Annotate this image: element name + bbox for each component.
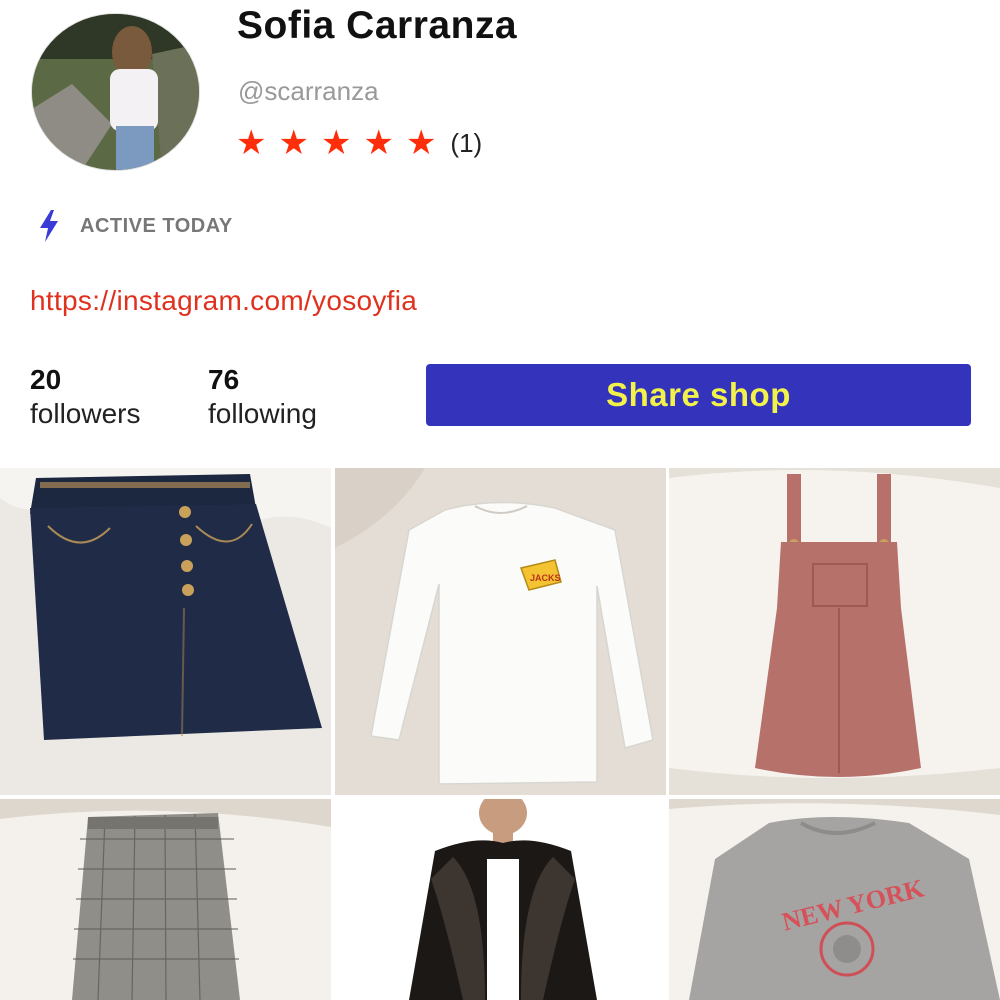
lightning-bolt-icon bbox=[40, 210, 58, 242]
denim-skirt-image bbox=[0, 468, 331, 795]
followers-count: 20 bbox=[30, 364, 62, 395]
following-label: following bbox=[208, 398, 317, 429]
star-icon: ★ bbox=[363, 124, 394, 162]
followers-stat[interactable]: 20 followers bbox=[30, 364, 140, 430]
profile-name: Sofia Carranza bbox=[237, 4, 518, 47]
listings-grid: JACKS NEW YORK bbox=[0, 468, 1000, 1000]
profile-handle: @scarranza bbox=[238, 76, 379, 106]
leather-jacket-image bbox=[335, 799, 666, 1000]
star-icon: ★ bbox=[278, 124, 309, 162]
listing-tile-denim-skirt[interactable] bbox=[0, 468, 331, 795]
instagram-link[interactable]: https://instagram.com/yosoyfia bbox=[30, 285, 417, 317]
avatar[interactable] bbox=[31, 13, 200, 171]
share-shop-button[interactable]: Share shop bbox=[426, 364, 971, 426]
review-count: (1) bbox=[450, 127, 483, 158]
following-stat[interactable]: 76 following bbox=[208, 364, 317, 430]
rating[interactable]: ★ ★ ★ ★ ★ (1) bbox=[236, 126, 482, 160]
listing-tile-grey-sweatshirt[interactable]: NEW YORK bbox=[669, 799, 1000, 1000]
plaid-trousers-image bbox=[0, 799, 331, 1000]
white-longsleeve-image: JACKS bbox=[335, 468, 666, 795]
listing-tile-white-longsleeve[interactable]: JACKS bbox=[335, 468, 666, 795]
overall-dress-image bbox=[669, 468, 1000, 795]
activity-status: ACTIVE TODAY bbox=[38, 210, 233, 242]
profile-header: Sofia Carranza @scarranza ★ ★ ★ ★ ★ (1) … bbox=[0, 0, 1000, 468]
listing-tile-plaid-trousers[interactable] bbox=[0, 799, 331, 1000]
following-count: 76 bbox=[208, 364, 240, 395]
star-icon: ★ bbox=[236, 124, 267, 162]
listing-tile-leather-jacket[interactable] bbox=[335, 799, 666, 1000]
grey-sweatshirt-image: NEW YORK bbox=[669, 799, 1000, 1000]
svg-text:JACKS: JACKS bbox=[530, 573, 561, 583]
star-icon: ★ bbox=[405, 124, 437, 162]
star-icon: ★ bbox=[320, 124, 352, 162]
activity-label: ACTIVE TODAY bbox=[80, 214, 233, 237]
followers-label: followers bbox=[30, 398, 141, 429]
listing-tile-overall-dress[interactable] bbox=[669, 468, 1000, 795]
